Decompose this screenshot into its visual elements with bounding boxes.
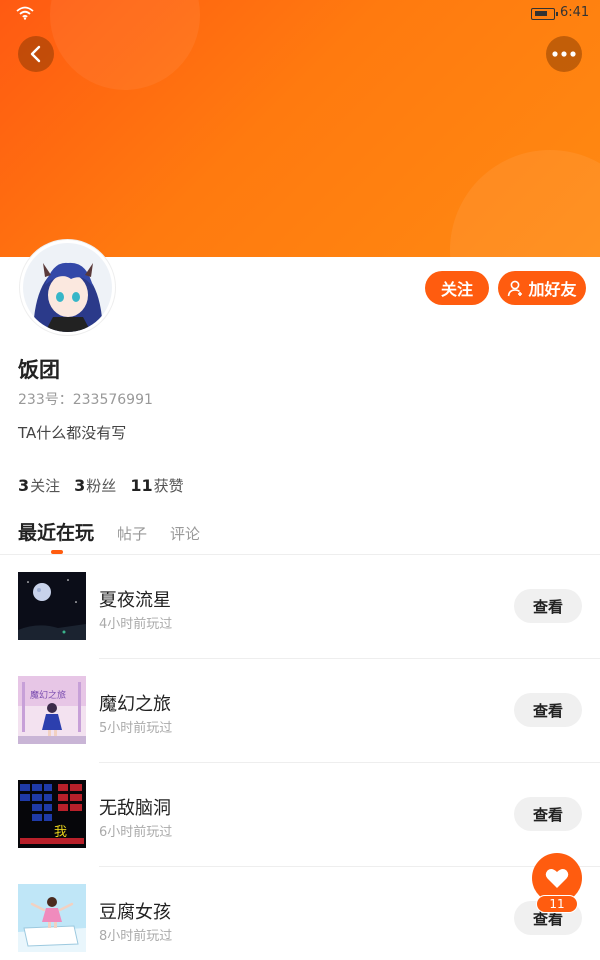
chevron-left-icon: [30, 45, 41, 63]
game-title: 魔幻之旅: [99, 694, 171, 715]
add-friend-button[interactable]: 加好友: [498, 271, 586, 305]
view-button-label: 查看: [532, 805, 563, 824]
list-item[interactable]: 豆腐女孩 8小时前玩过 查看: [0, 867, 600, 960]
game-title: 无敌脑洞: [99, 798, 171, 819]
wifi-icon: [16, 6, 34, 20]
game-thumbnail-text: 魔幻之旅: [30, 689, 66, 701]
more-dots-icon: [552, 51, 576, 57]
list-item[interactable]: 魔幻之旅 魔幻之旅 5小时前玩过 查看: [0, 659, 600, 763]
game-title: 豆腐女孩: [99, 902, 171, 923]
more-button[interactable]: [546, 36, 582, 72]
status-bar: 6:41: [0, 0, 600, 28]
profile-uid: 233号：233576991: [18, 392, 153, 408]
add-person-icon: [508, 280, 523, 296]
view-button[interactable]: 查看: [514, 693, 582, 727]
avatar[interactable]: [20, 240, 115, 335]
stat-fans[interactable]: 3粉丝: [74, 475, 116, 496]
stat-following-count: 3: [18, 476, 30, 495]
view-button[interactable]: 查看: [514, 797, 582, 831]
game-played-time: 4小时前玩过: [99, 617, 173, 632]
tab-comments-label: 评论: [170, 525, 201, 543]
game-played-time: 8小时前玩过: [99, 929, 173, 944]
back-button[interactable]: [18, 36, 54, 72]
view-button-label: 查看: [532, 701, 563, 720]
avatar-image: [23, 243, 112, 332]
tab-comments[interactable]: 评论: [170, 523, 200, 544]
game-thumbnail: [18, 572, 86, 640]
profile-bio: TA什么都没有写: [18, 424, 127, 442]
stat-fans-label: 粉丝: [86, 477, 117, 495]
profile-banner: [0, 0, 600, 257]
stat-likes-label: 获赞: [153, 477, 184, 495]
add-friend-label: 加好友: [528, 280, 577, 299]
stat-following[interactable]: 3关注: [18, 475, 60, 496]
game-thumbnail: 魔幻之旅: [18, 676, 86, 744]
game-list: 夏夜流星 4小时前玩过 查看 魔幻之旅 魔幻之旅 5小时前玩过 查看 我 无敌脑…: [0, 555, 600, 960]
tab-posts-label: 帖子: [117, 525, 148, 543]
tab-recently-played[interactable]: 最近在玩: [18, 518, 95, 554]
stat-likes-count: 11: [130, 476, 153, 495]
profile-name: 饭团: [18, 358, 60, 382]
game-played-time: 6小时前玩过: [99, 825, 173, 840]
stat-likes[interactable]: 11获赞: [130, 475, 183, 496]
tab-posts[interactable]: 帖子: [117, 523, 147, 544]
game-thumbnail: [18, 884, 86, 952]
heart-icon: [545, 869, 569, 888]
stat-fans-count: 3: [74, 476, 86, 495]
game-played-time: 5小时前玩过: [99, 721, 173, 736]
view-button[interactable]: 查看: [514, 589, 582, 623]
list-item[interactable]: 我 无敌脑洞 6小时前玩过 查看: [0, 763, 600, 867]
stat-following-label: 关注: [30, 477, 61, 495]
battery-icon: [531, 8, 558, 20]
tab-recently-played-label: 最近在玩: [18, 522, 95, 544]
like-count: 11: [549, 897, 565, 911]
profile-tabs: 最近在玩 帖子 评论: [18, 518, 200, 554]
game-thumbnail-text: 我: [54, 825, 67, 840]
profile-page: 6:41 关注 加好友 饭团 233号：233576991 TA什么都没有写 3…: [0, 0, 600, 960]
list-item[interactable]: 夏夜流星 4小时前玩过 查看: [0, 555, 600, 659]
like-count-badge: 11: [536, 895, 578, 913]
profile-stats: 3关注 3粉丝 11获赞: [18, 475, 184, 496]
status-time: 6:41: [560, 5, 590, 20]
follow-label: 关注: [440, 280, 473, 299]
view-button-label: 查看: [532, 597, 563, 616]
game-thumbnail: 我: [18, 780, 86, 848]
game-title: 夏夜流星: [99, 590, 171, 611]
follow-button[interactable]: 关注: [425, 271, 489, 305]
